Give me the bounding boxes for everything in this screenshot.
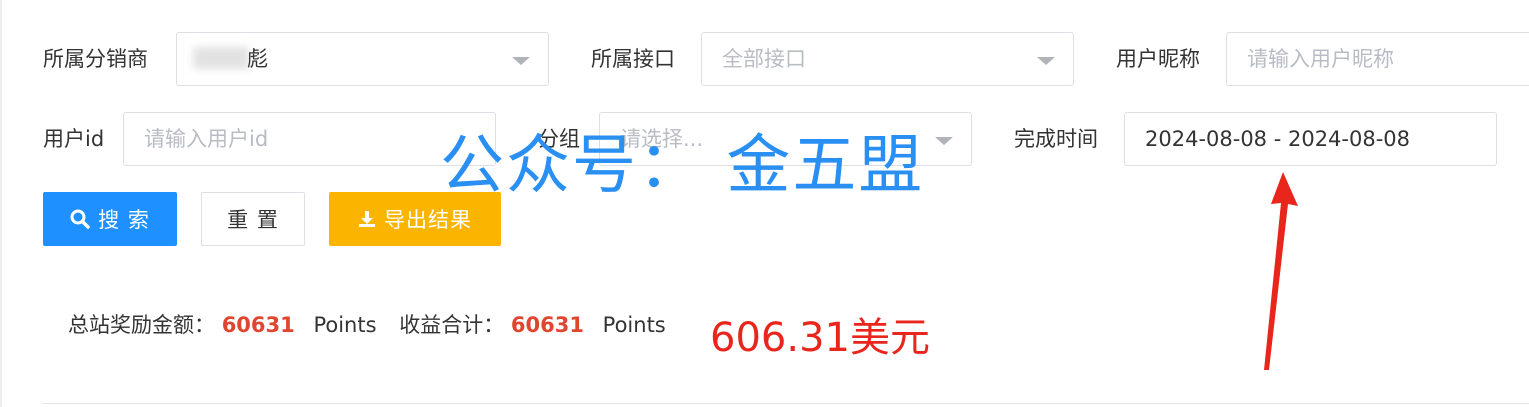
- reset-button[interactable]: 重 置: [201, 192, 305, 246]
- red-arrow-annotation: [1264, 172, 1298, 370]
- download-icon: [359, 211, 375, 227]
- divider: [42, 403, 1529, 404]
- search-icon: [70, 209, 90, 229]
- redacted-mask: [193, 47, 249, 69]
- reset-button-label: 重 置: [227, 208, 279, 232]
- income-label: 收益合计：: [399, 313, 505, 337]
- summary-line: 总站奖励金额： 60631 Points 收益合计： 60631 Points: [68, 310, 666, 340]
- page-left-edge: [0, 0, 2, 407]
- annotation-text: 606.31美元: [710, 315, 930, 361]
- total-reward-unit: Points: [313, 313, 377, 337]
- nickname-input-placeholder: 请输入用户昵称: [1247, 47, 1394, 71]
- interface-select-value: 全部接口: [722, 47, 806, 71]
- search-button[interactable]: 搜 索: [43, 192, 177, 246]
- export-button-label: 导出结果: [384, 208, 472, 232]
- income-value: 60631: [510, 313, 584, 337]
- interface-select[interactable]: 全部接口: [701, 32, 1074, 86]
- interface-label: 所属接口: [591, 47, 675, 71]
- distributor-select-value: 彪: [247, 47, 268, 71]
- distributor-label: 所属分销商: [43, 47, 148, 71]
- page: 所属分销商 彪 所属接口 全部接口 用户昵称 请输入用户昵称 用户id 请输入用…: [0, 0, 1529, 407]
- search-button-label: 搜 索: [98, 208, 150, 232]
- chevron-down-icon: [935, 137, 953, 145]
- chevron-down-icon: [512, 57, 530, 65]
- nickname-input[interactable]: 请输入用户昵称: [1226, 32, 1529, 86]
- watermark-text: 公众号： 金五盟: [440, 129, 925, 203]
- chevron-down-icon: [1037, 57, 1055, 65]
- user-id-input-placeholder: 请输入用户id: [144, 127, 269, 151]
- user-id-label: 用户id: [43, 127, 105, 151]
- total-reward-label: 总站奖励金额：: [68, 313, 215, 337]
- distributor-select[interactable]: 彪: [176, 32, 549, 86]
- finish-time-range-value: 2024-08-08 - 2024-08-08: [1145, 127, 1411, 151]
- income-unit: Points: [602, 313, 666, 337]
- total-reward-value: 60631: [221, 313, 295, 337]
- nickname-label: 用户昵称: [1116, 47, 1200, 71]
- finish-time-label: 完成时间: [1014, 127, 1098, 151]
- finish-time-range-input[interactable]: 2024-08-08 - 2024-08-08: [1124, 112, 1497, 166]
